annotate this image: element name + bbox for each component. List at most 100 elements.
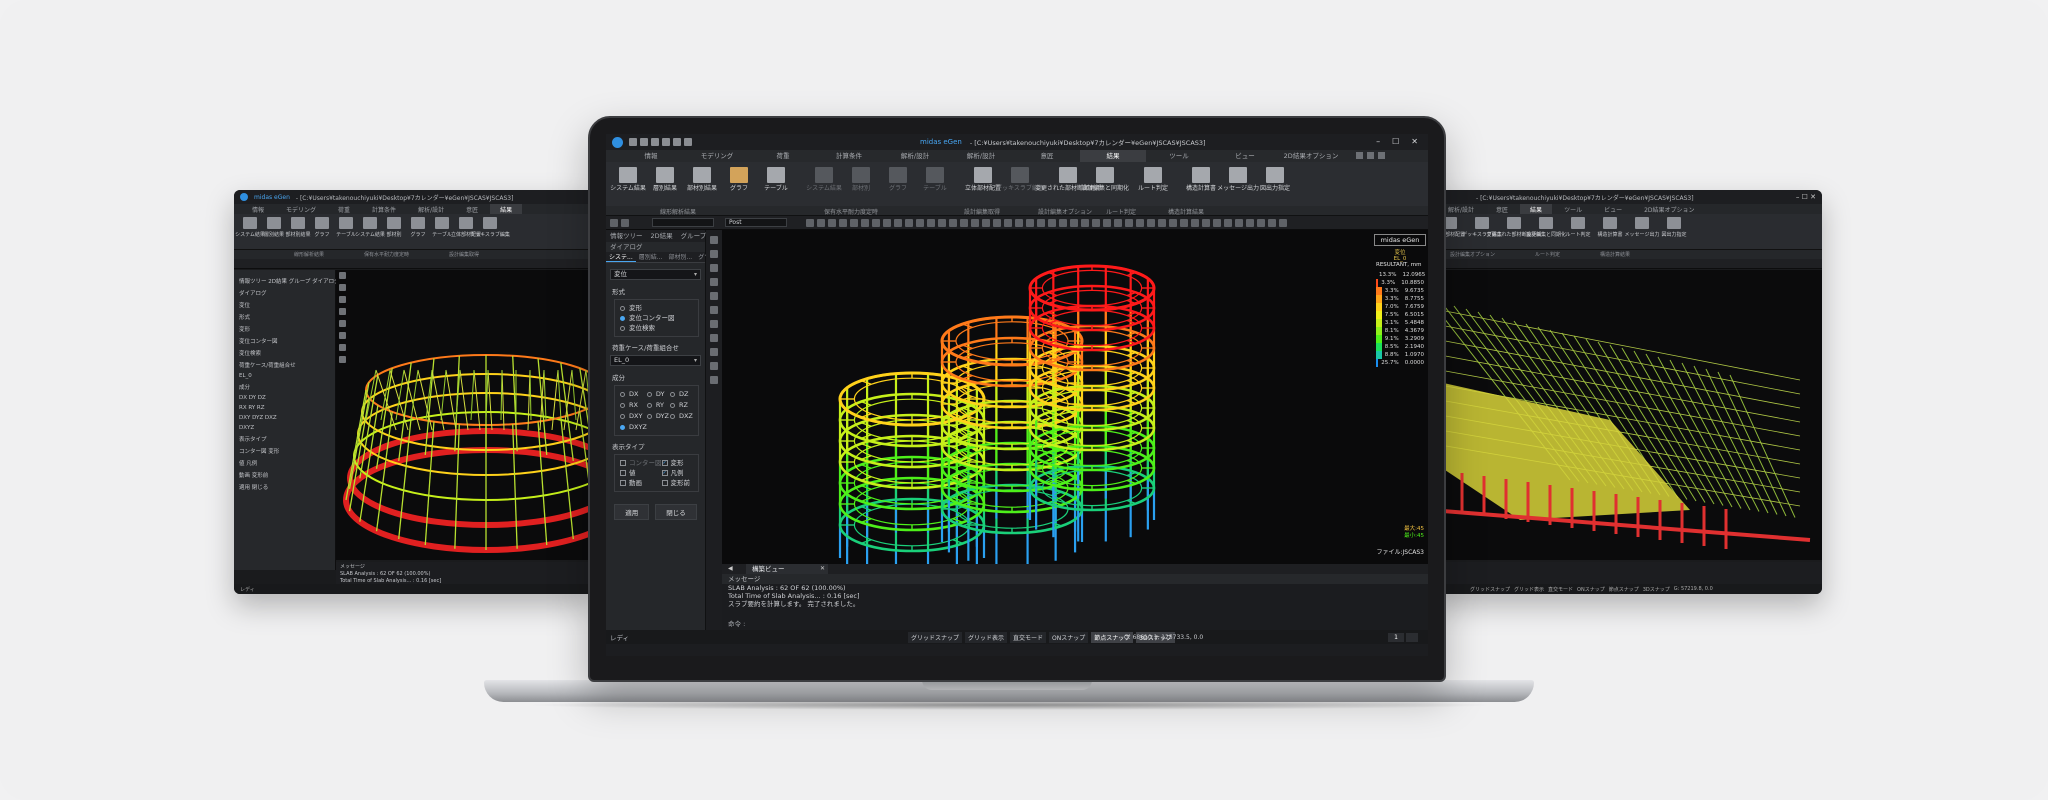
toolbar-icon[interactable] <box>894 218 902 227</box>
page-right[interactable] <box>1406 632 1418 642</box>
page-left[interactable]: 1 <box>1388 632 1404 642</box>
view-icon[interactable] <box>339 356 346 363</box>
display-checkbox-4[interactable]: 動画 <box>620 478 662 488</box>
settings-icon[interactable] <box>1367 152 1374 159</box>
left-tab-3[interactable]: 計算条件 <box>362 204 406 214</box>
toolbar-icon[interactable] <box>839 218 847 227</box>
ribbon-button-7[interactable]: グラフ <box>880 165 916 206</box>
toolbar-icon[interactable] <box>949 218 957 227</box>
right-ribbon-button-6[interactable]: メッセージ出力 <box>1625 217 1659 246</box>
toolbar-icon[interactable] <box>1213 218 1221 227</box>
ribbon-button-14[interactable]: 構造計算書 <box>1183 165 1219 206</box>
snap-toggle-0[interactable]: グリッドスナップ <box>908 631 963 643</box>
ribbon-controls[interactable] <box>1356 152 1422 159</box>
left-tab-5[interactable]: 意匠 <box>456 204 488 214</box>
component-radio-2[interactable]: DZ <box>669 389 693 399</box>
toolbar-icon[interactable] <box>1070 218 1078 227</box>
left-tab-1[interactable]: モデリング <box>276 204 326 214</box>
view-tabs[interactable]: ◀ 構築ビュー ✕ <box>722 564 1428 574</box>
tab-nav-left[interactable]: ◀ <box>728 564 733 574</box>
component-radio-6[interactable]: DXY <box>620 411 647 421</box>
toolbar-icon[interactable] <box>982 218 990 227</box>
toolbar-icon[interactable] <box>806 218 814 227</box>
fit-icon[interactable] <box>710 292 718 300</box>
menu-tab-2[interactable]: 荷重 <box>750 150 816 162</box>
right-tab-4[interactable]: ビュー <box>1594 204 1632 214</box>
component-radio-3[interactable]: RX <box>620 400 647 410</box>
zoom-icon[interactable] <box>710 250 718 258</box>
component-radio-1[interactable]: DY <box>646 389 670 399</box>
format-options[interactable]: 変形 変位コンター図 変位検索 <box>614 299 699 337</box>
display-checkbox-3[interactable]: ✓ 凡例 <box>661 468 694 478</box>
new-file-icon[interactable] <box>629 138 637 146</box>
component-radio-0[interactable]: DX <box>620 389 647 399</box>
menu-tab-8[interactable]: ツール <box>1146 150 1212 162</box>
toolbar-icon[interactable] <box>1026 218 1034 227</box>
right-viewport[interactable] <box>1430 270 1822 560</box>
menu-bar[interactable]: 情報 モデリング 荷重 計算条件 解析/設計 解析/設計 意匠 結果 ツール ビュー 2D結果オプシ… <box>606 150 1428 162</box>
left-viewport[interactable] <box>336 270 594 560</box>
left-view-icons[interactable] <box>338 272 348 368</box>
ribbon-button-4[interactable]: テーブル <box>758 165 794 206</box>
dialog-subtab-2[interactable]: 部材別... <box>665 252 695 262</box>
dialog-subtab-0[interactable]: システ... <box>606 252 636 262</box>
close-button[interactable]: 閉じる <box>655 504 697 520</box>
right-ribbon[interactable]: 立体部材配置 デッキスラブ編集 変更された部材断面更新 設計編集と同期化 ルート判定 構造… <box>1430 214 1822 250</box>
toolbar-icon[interactable] <box>1103 218 1111 227</box>
left-ribbon-button-1[interactable]: 層別結果 <box>264 217 284 246</box>
save-icon[interactable] <box>651 138 659 146</box>
result-type-dropdown[interactable]: 変位 <box>610 269 701 280</box>
right-ribbon-button-4[interactable]: ルート判定 <box>1564 217 1592 246</box>
left-ribbon-button-5[interactable]: システム結果 <box>355 217 385 246</box>
redo-icon[interactable] <box>684 138 692 146</box>
left-ribbon-button-4[interactable]: テーブル <box>336 217 356 246</box>
stage-dropdown[interactable] <box>652 218 714 227</box>
display-checkbox-1[interactable]: ✓ 変形 <box>661 458 694 468</box>
apply-button[interactable]: 適用 <box>614 504 650 520</box>
snap-toggle-2[interactable]: 直交モード <box>1010 631 1047 643</box>
post-mode-dropdown[interactable]: Post <box>725 218 787 227</box>
toolbar-icon[interactable] <box>872 218 880 227</box>
right-ribbon-button-5[interactable]: 構造計算書 <box>1596 217 1624 246</box>
toolbar-icon[interactable] <box>938 218 946 227</box>
menu-tab-5[interactable]: 解析/設計 <box>948 150 1014 162</box>
toolbar-icon[interactable] <box>1180 218 1188 227</box>
left-ribbon-button-7[interactable]: グラフ <box>408 217 428 246</box>
dialog-subtabs[interactable]: システ...層別結...部材別...グラフ結... <box>606 252 728 263</box>
format-radio-2[interactable]: 変位検索 <box>620 323 693 333</box>
toolbar-icon[interactable] <box>1015 218 1023 227</box>
print-icon[interactable] <box>662 138 670 146</box>
ribbon-button-3[interactable]: グラフ <box>721 165 757 206</box>
ribbon-button-0[interactable]: システム結果 <box>610 165 646 206</box>
left-menu-tabs[interactable]: 情報 モデリング 荷重 計算条件 解析/設計 意匠 結果 <box>234 204 594 214</box>
component-radio-8[interactable]: DXZ <box>669 411 693 421</box>
view-icon[interactable] <box>339 320 346 327</box>
ribbon-button-13[interactable]: ルート判定 <box>1135 165 1171 206</box>
menu-tab-4[interactable]: 解析/設計 <box>882 150 948 162</box>
menu-tab-10[interactable]: 2D結果オプション <box>1278 150 1344 162</box>
toolbar-icon[interactable] <box>916 218 924 227</box>
front-view-icon[interactable] <box>710 306 718 314</box>
left-ribbon-button-2[interactable]: 部材別結果 <box>286 217 311 246</box>
left-toolbar[interactable] <box>234 259 594 269</box>
toolbar-icon[interactable] <box>828 218 836 227</box>
toolbar-icon[interactable] <box>1268 218 1276 227</box>
view-icon[interactable] <box>339 344 346 351</box>
left-ribbon-button-0[interactable]: システム結果 <box>235 217 265 246</box>
open-file-icon[interactable] <box>640 138 648 146</box>
right-tab-5[interactable]: 2D結果オプション <box>1634 204 1704 214</box>
menu-tab-9[interactable]: ビュー <box>1212 150 1278 162</box>
minimize-icon[interactable]: – <box>1376 137 1380 146</box>
display-checkbox-0[interactable]: コンター図 <box>620 458 662 468</box>
panel-tabs[interactable]: 情報ツリー2D結果グループダイアログ <box>606 230 751 242</box>
panel-tab-1[interactable]: 2D結果 <box>647 230 677 242</box>
right-ribbon-button-7[interactable]: 図出力指定 <box>1660 217 1688 246</box>
toolbar-icon[interactable] <box>1191 218 1199 227</box>
render-icon[interactable] <box>710 376 718 384</box>
ribbon-button-10[interactable]: デッキスラブ編集 <box>996 165 1044 206</box>
toolbar-icon[interactable] <box>861 218 869 227</box>
toolbar-icon[interactable] <box>1257 218 1265 227</box>
display-type-options[interactable]: コンター図 ✓ 変形値 ✓ 凡例 動画 変形前 <box>614 454 699 492</box>
select-icon[interactable] <box>710 236 718 244</box>
maximize-icon[interactable]: ☐ <box>1392 137 1399 146</box>
